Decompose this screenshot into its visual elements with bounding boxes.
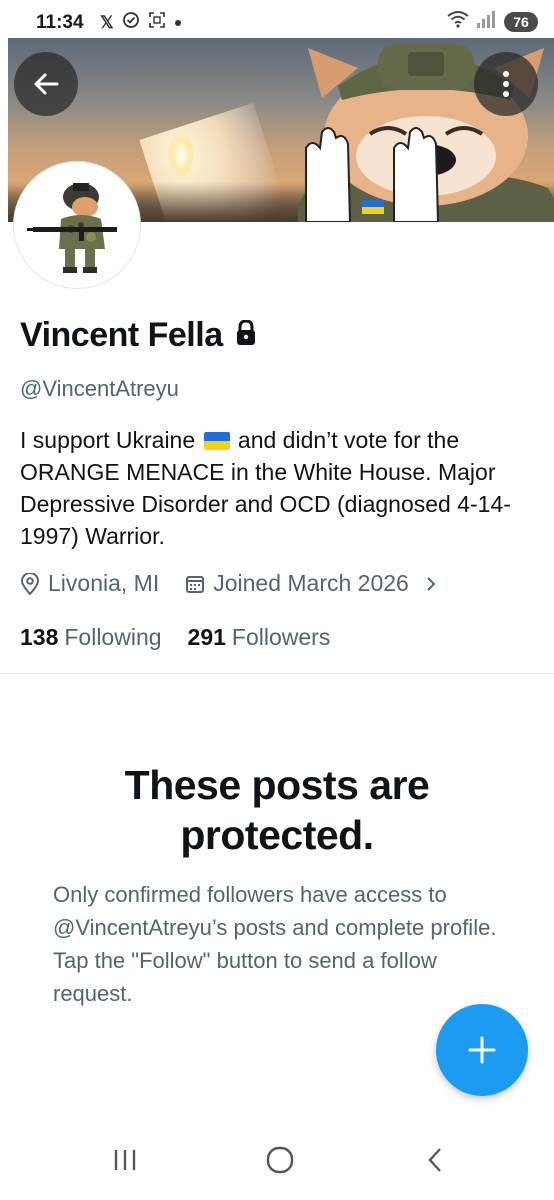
followers-label: Followers	[231, 624, 331, 650]
more-options-button[interactable]	[474, 52, 538, 116]
protected-title: These posts are protected.	[124, 762, 430, 858]
followers-link[interactable]: 291 Followers	[188, 624, 331, 651]
home-icon	[266, 1146, 294, 1174]
followers-count: 291	[187, 624, 226, 650]
joined-date[interactable]: Joined March 2026	[185, 570, 439, 597]
display-name: Vincent Fella	[20, 316, 223, 354]
following-link[interactable]: 138 Following	[20, 624, 162, 651]
ukraine-flag-icon	[203, 432, 230, 450]
divider	[0, 673, 554, 674]
more-vertical-icon	[503, 71, 509, 97]
dot-icon	[174, 14, 182, 32]
screenshot-icon	[148, 11, 166, 34]
wifi-icon	[446, 9, 470, 34]
system-nav-bar	[0, 1120, 554, 1200]
avatar-image	[19, 167, 135, 283]
rocket-flame-image	[168, 133, 194, 177]
following-count: 138	[20, 624, 59, 650]
status-system-icons: 76	[446, 9, 538, 34]
signal-icon	[476, 9, 498, 34]
calendar-icon	[186, 575, 205, 593]
protected-description: Only confirmed followers have access to …	[53, 882, 497, 1006]
location-text: Livonia, MI	[48, 570, 160, 596]
battery-icon: 76	[504, 11, 538, 32]
chevron-right-icon	[427, 576, 436, 591]
status-notification-icons: 𝕏	[100, 11, 182, 34]
compose-button[interactable]	[436, 1004, 528, 1096]
handle: @VincentAtreyu	[20, 376, 179, 401]
arrow-left-icon	[34, 73, 59, 95]
home-button[interactable]	[250, 1140, 310, 1180]
location-pin-icon	[20, 572, 40, 595]
chevron-left-icon	[428, 1148, 441, 1172]
plus-icon	[468, 1036, 496, 1064]
bio: I support Ukraine and didn’t vote for th…	[20, 424, 520, 552]
status-bar: 11:34 𝕏 76	[0, 0, 554, 38]
display-name-row: Vincent Fella	[20, 316, 257, 355]
following-label: Following	[64, 624, 162, 650]
back-button[interactable]	[14, 52, 78, 116]
x-icon: 𝕏	[100, 12, 114, 32]
location: Livonia, MI	[20, 570, 159, 597]
lock-icon	[235, 319, 257, 351]
recent-apps-button[interactable]	[95, 1140, 155, 1180]
follow-counts: 138 Following 291 Followers	[20, 624, 330, 651]
avatar[interactable]	[14, 162, 140, 288]
joined-text: Joined March 2026	[213, 570, 409, 596]
recent-apps-icon	[114, 1150, 136, 1170]
check-circle-icon	[122, 11, 140, 34]
nav-back-button[interactable]	[405, 1140, 465, 1180]
bio-text-start: I support Ukraine	[20, 427, 196, 453]
profile-meta: Livonia, MI Joined March 2026	[20, 570, 439, 597]
status-time: 11:34	[36, 12, 84, 33]
